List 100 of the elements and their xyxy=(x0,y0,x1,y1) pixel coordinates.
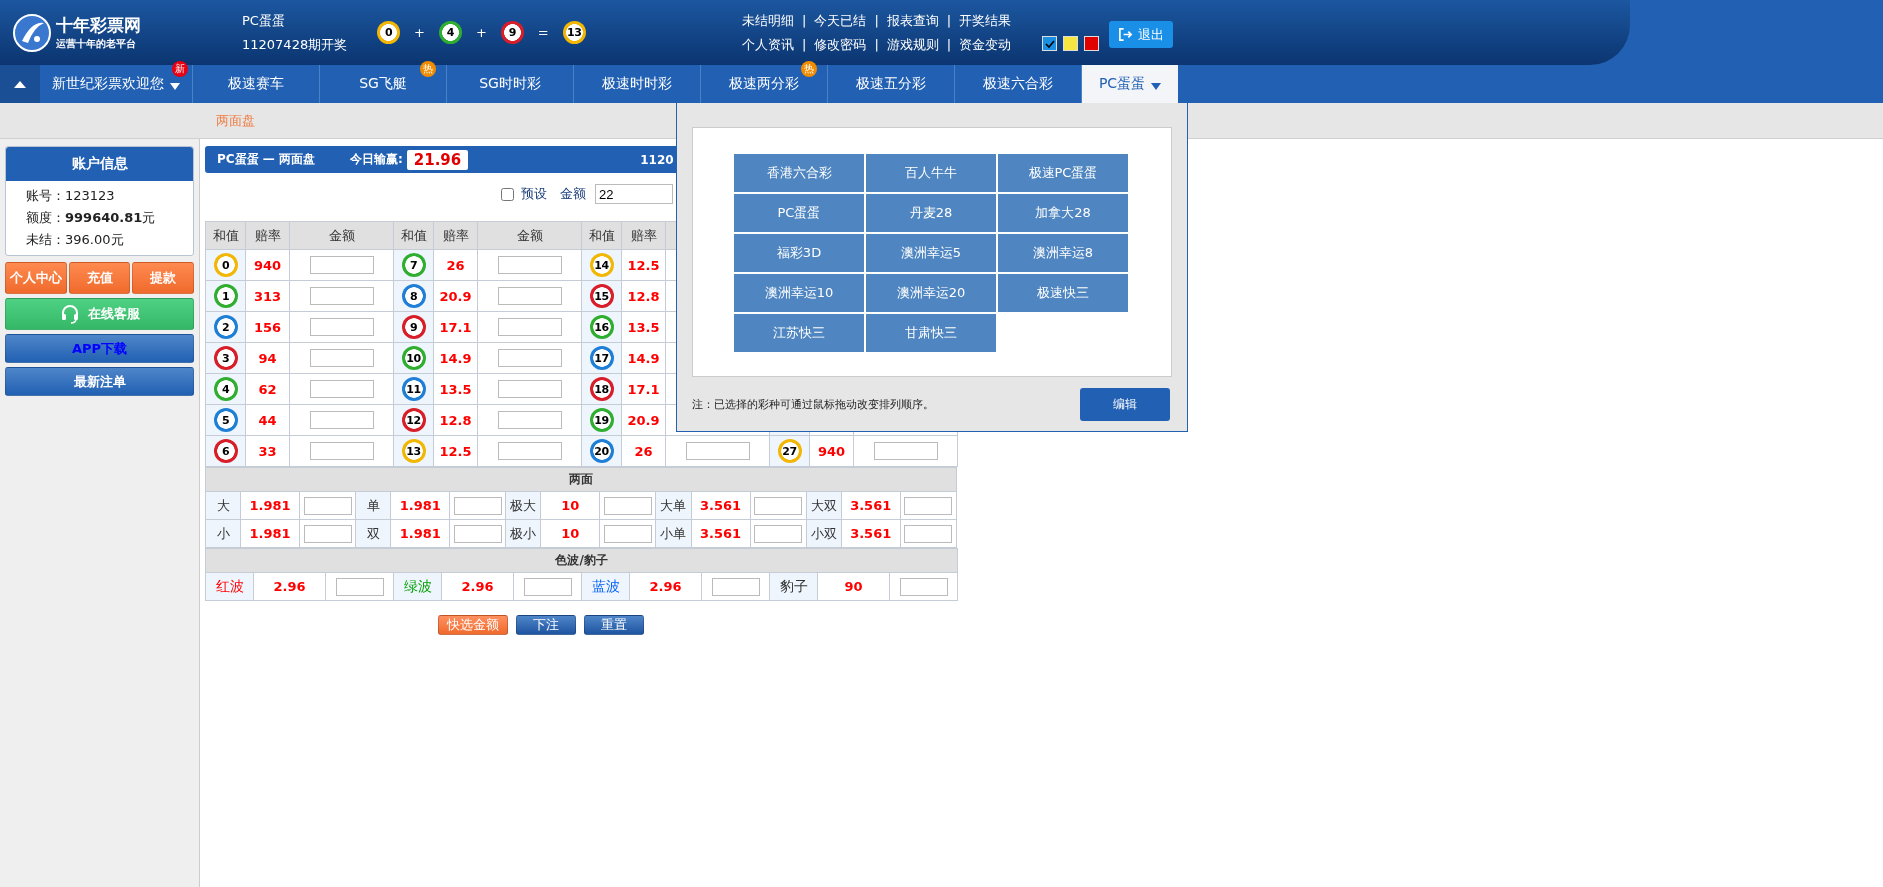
number-ball: 14 xyxy=(589,253,614,277)
header-link[interactable]: 今天已结 xyxy=(814,11,867,30)
odds-cell: 14.9 xyxy=(621,342,666,374)
bet-amount-field[interactable] xyxy=(303,496,352,515)
panel-title: PC蛋蛋 — 两面盘 xyxy=(217,151,315,168)
bet-amount-field[interactable] xyxy=(904,524,953,543)
header-link[interactable]: 未结明细 xyxy=(742,11,794,30)
submit-bet-button[interactable]: 下注 xyxy=(516,615,576,635)
game-option[interactable]: 香港六合彩 xyxy=(734,154,864,192)
number-ball: 7 xyxy=(401,253,426,277)
game-option[interactable]: 百人牛牛 xyxy=(866,154,996,192)
bet-amount-field[interactable] xyxy=(309,318,374,336)
game-option[interactable]: 丹麦28 xyxy=(866,194,996,232)
logout-button[interactable]: 退出 xyxy=(1109,21,1173,48)
number-ball: 13 xyxy=(401,439,426,463)
collapse-button[interactable] xyxy=(0,65,40,103)
bet-amount-field[interactable] xyxy=(904,496,953,515)
theme-swatch[interactable] xyxy=(1084,36,1099,51)
preset-checkbox[interactable] xyxy=(501,187,514,201)
number-ball: 19 xyxy=(589,408,614,432)
bet-amount-field[interactable] xyxy=(497,442,562,460)
header-link[interactable]: 个人资讯 xyxy=(742,35,794,54)
theme-swatch[interactable] xyxy=(1042,36,1057,51)
separator: | xyxy=(946,37,952,52)
bet-amount-field[interactable] xyxy=(497,349,562,367)
operator-sign: = xyxy=(537,25,549,40)
game-option[interactable]: PC蛋蛋 xyxy=(734,194,864,232)
bet-amount-field[interactable] xyxy=(711,577,760,596)
number-ball: 16 xyxy=(589,315,614,339)
nav-tab[interactable]: PC蛋蛋 xyxy=(1082,65,1178,103)
header-link[interactable]: 游戏规则 xyxy=(886,35,939,54)
bet-amount-field[interactable] xyxy=(497,287,562,305)
odds-cell: 17.1 xyxy=(621,373,666,405)
bet-amount-field[interactable] xyxy=(309,349,374,367)
number-ball: 11 xyxy=(401,377,426,401)
bet-amount-field[interactable] xyxy=(497,318,562,336)
operator-sign: + xyxy=(475,25,487,40)
bet-amount-field[interactable] xyxy=(335,577,384,596)
separator: | xyxy=(802,13,807,28)
game-option[interactable]: 澳洲幸运10 xyxy=(734,274,864,312)
header-link[interactable]: 修改密码 xyxy=(814,35,867,54)
bet-amount-field[interactable] xyxy=(309,287,374,305)
up-arrow-icon xyxy=(14,80,26,88)
bet-amount-field[interactable] xyxy=(453,496,502,515)
bet-amount-field[interactable] xyxy=(497,380,562,398)
profit-label: 今日输赢: xyxy=(349,151,403,168)
theme-swatch[interactable] xyxy=(1063,36,1078,51)
latest-bets-button[interactable]: 最新注单 xyxy=(5,367,194,396)
bet-amount-field[interactable] xyxy=(453,524,502,543)
side-button[interactable]: 个人中心 xyxy=(5,262,67,294)
game-option[interactable]: 福彩3D xyxy=(734,234,864,272)
odds-cell: 26 xyxy=(433,249,478,281)
odds-cell: 26 xyxy=(621,435,666,467)
profit-value: 21.96 xyxy=(406,149,469,170)
bet-amount-field[interactable] xyxy=(309,411,374,429)
bet-amount-field[interactable] xyxy=(523,577,572,596)
odds-cell: 12.5 xyxy=(621,249,666,281)
odds-cell: 20.9 xyxy=(433,280,478,312)
reset-button[interactable]: 重置 xyxy=(584,615,644,635)
bet-amount-field[interactable] xyxy=(603,496,652,515)
odds-cell: 313 xyxy=(245,280,290,312)
game-name: PC蛋蛋 xyxy=(242,11,286,30)
odds-cell: 1.981 xyxy=(390,491,450,520)
game-option[interactable]: 极速快三 xyxy=(998,274,1128,312)
bet-amount-field[interactable] xyxy=(309,256,374,274)
bet-amount-field[interactable] xyxy=(685,442,750,460)
nav-badge: 热 xyxy=(420,61,436,77)
header-link[interactable]: 报表查询 xyxy=(886,11,939,30)
game-option[interactable]: 极速PC蛋蛋 xyxy=(998,154,1128,192)
bet-label-cell: 大 xyxy=(205,491,241,520)
bet-amount-field[interactable] xyxy=(303,524,352,543)
game-option[interactable]: 甘肃快三 xyxy=(866,314,996,352)
game-option[interactable]: 澳洲幸运20 xyxy=(866,274,996,312)
header-link[interactable]: 资金变动 xyxy=(959,35,1012,54)
bet-amount-field[interactable] xyxy=(497,256,562,274)
game-option[interactable]: 江苏快三 xyxy=(734,314,864,352)
bet-amount-field[interactable] xyxy=(754,524,803,543)
bet-amount-field[interactable] xyxy=(873,442,938,460)
side-button[interactable]: 提款 xyxy=(132,262,194,294)
number-ball: 18 xyxy=(589,377,614,401)
amount-label: 金额 xyxy=(560,185,586,203)
odds-cell: 940 xyxy=(809,435,854,467)
odds-cell: 156 xyxy=(245,311,290,343)
game-option[interactable]: 加拿大28 xyxy=(998,194,1128,232)
odds-cell: 62 xyxy=(245,373,290,405)
edit-button[interactable]: 编辑 xyxy=(1080,388,1170,421)
game-option[interactable]: 澳洲幸运8 xyxy=(998,234,1128,272)
bet-amount-field[interactable] xyxy=(899,577,948,596)
bet-amount-field[interactable] xyxy=(754,496,803,515)
header-link[interactable]: 开奖结果 xyxy=(959,11,1012,30)
bet-amount-field[interactable] xyxy=(603,524,652,543)
side-button[interactable]: 充值 xyxy=(68,262,131,294)
bet-amount-field[interactable] xyxy=(309,380,374,398)
quick-amount-button[interactable]: 快选金额 xyxy=(438,615,508,635)
account-line: 额度：999640.81元 xyxy=(26,209,157,227)
bet-label-cell: 红波 xyxy=(205,572,254,601)
amount-field[interactable]: 22 xyxy=(595,184,673,204)
game-option[interactable]: 澳洲幸运5 xyxy=(866,234,996,272)
bet-amount-field[interactable] xyxy=(497,411,562,429)
bet-amount-field[interactable] xyxy=(309,442,374,460)
